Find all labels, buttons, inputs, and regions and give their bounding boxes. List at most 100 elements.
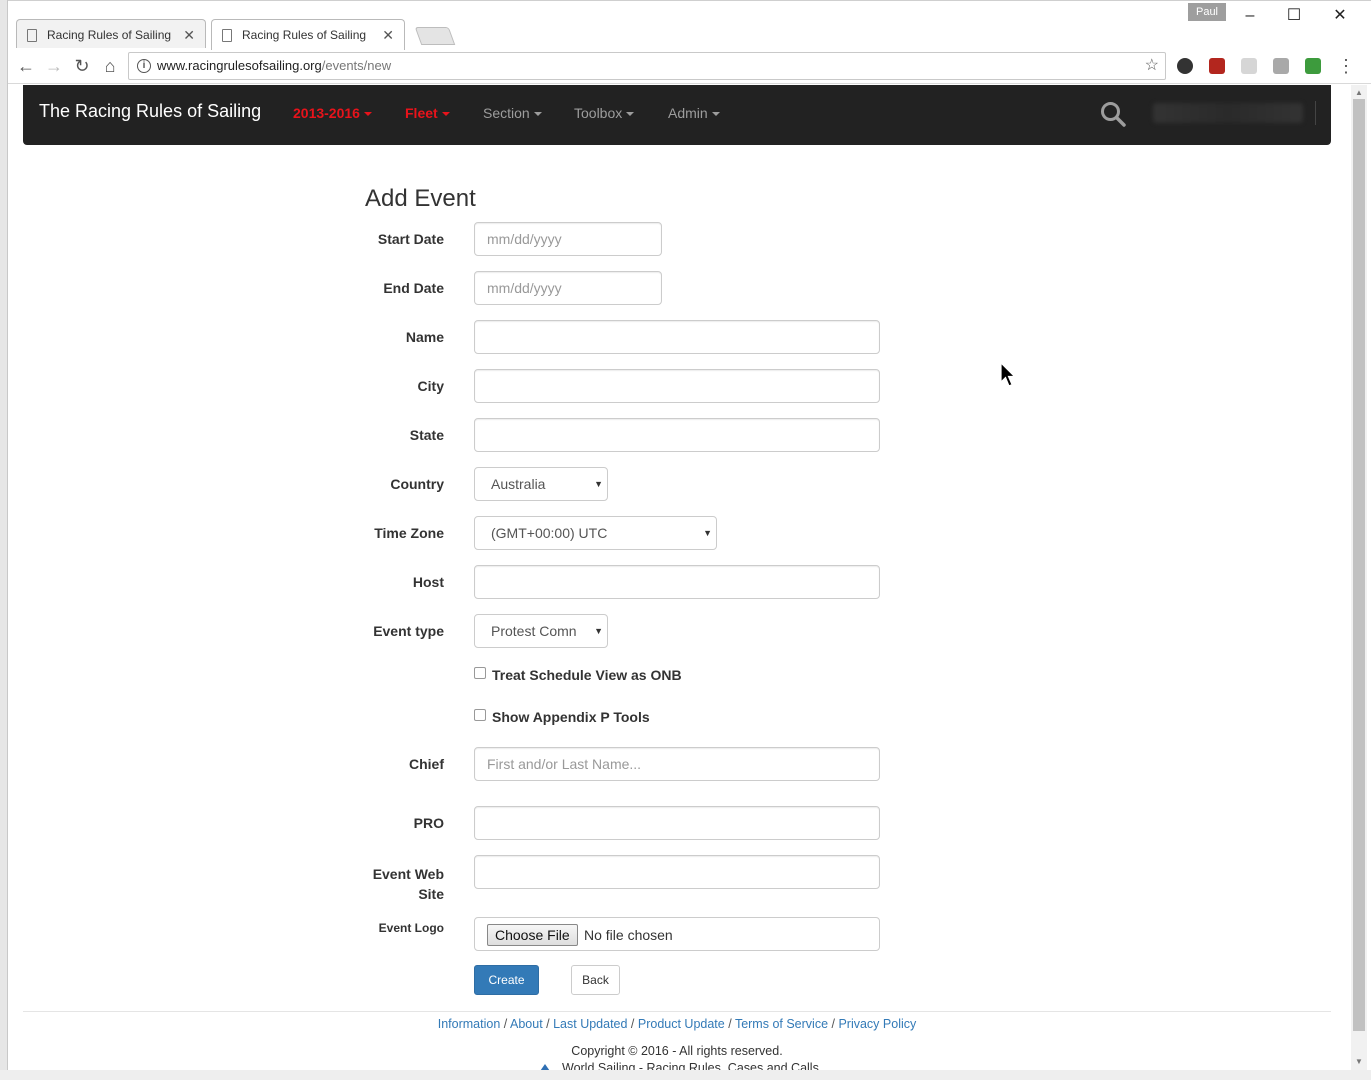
profile-badge[interactable]: Paul <box>1188 3 1226 21</box>
address-bar[interactable]: i www.racingrulesofsailing.org/events/ne… <box>128 52 1166 80</box>
browser-tab-2[interactable]: Racing Rules of Sailing ✕ <box>211 19 405 50</box>
mouse-cursor-icon <box>1000 362 1016 387</box>
extension-circle-icon[interactable] <box>1177 58 1193 74</box>
create-event-button[interactable]: Create Event <box>474 965 539 1015</box>
search-icon[interactable] <box>1100 101 1126 127</box>
maximize-icon[interactable]: ☐ <box>1274 5 1314 27</box>
background-window-edge <box>0 0 8 1080</box>
treat-schedule-label[interactable]: Treat Schedule View as ONB <box>492 667 682 683</box>
back-button[interactable]: Back <box>571 965 620 995</box>
event-type-label: Event type <box>373 623 444 639</box>
close-icon[interactable]: ✕ <box>382 27 394 44</box>
menu-2013-2016[interactable]: 2013-2016 <box>293 105 372 121</box>
footer-link-terms[interactable]: Terms of Service <box>735 1017 828 1031</box>
dropdown-arrow-icon: ▼ <box>703 528 712 538</box>
choose-file-button[interactable]: Choose File <box>487 924 578 946</box>
scroll-thumb[interactable] <box>1353 99 1365 1031</box>
footer-divider <box>23 1011 1331 1012</box>
dropdown-arrow-icon: ▼ <box>592 615 603 647</box>
treat-schedule-checkbox[interactable] <box>474 667 486 679</box>
chief-placeholder: First and/or Last Name... <box>487 756 642 772</box>
bookmark-star-icon[interactable]: ☆ <box>1145 53 1159 79</box>
footer-link-about[interactable]: About <box>510 1017 543 1031</box>
extension-gray-icon[interactable] <box>1273 58 1289 74</box>
caret-down-icon <box>626 112 635 117</box>
close-window-icon[interactable]: ✕ <box>1320 5 1360 27</box>
city-input[interactable] <box>474 369 880 403</box>
footer-links: Information / About / Last Updated / Pro… <box>437 1017 917 1031</box>
info-icon[interactable]: i <box>137 59 151 73</box>
menu-toolbox[interactable]: Toolbox <box>574 105 635 121</box>
browser-toolbar: ← → ↻ ⌂ i www.racingrulesofsailing.org/e… <box>8 48 1371 84</box>
footer-link-last-updated[interactable]: Last Updated <box>553 1017 627 1031</box>
copyright-text: Copyright © 2016 - All rights reserved. <box>571 1044 783 1058</box>
chief-input[interactable]: First and/or Last Name... <box>474 747 880 781</box>
acrobat-icon[interactable] <box>1209 58 1225 74</box>
host-input[interactable] <box>474 565 880 599</box>
event-type-selected: Protest Comn <box>491 623 577 639</box>
chief-label: Chief <box>409 756 444 772</box>
new-tab-button[interactable] <box>414 27 456 45</box>
world-sailing-text: World Sailing - Racing Rules, Cases and … <box>562 1061 819 1070</box>
menu-fleet[interactable]: Fleet <box>405 105 450 121</box>
user-menu-blurred[interactable] <box>1153 103 1303 123</box>
menu-dots-icon[interactable]: ⋮ <box>1334 54 1358 78</box>
host-label: Host <box>412 574 444 590</box>
end-date-placeholder: mm/dd/yyyy <box>487 280 562 296</box>
scroll-down-icon[interactable]: ▼ <box>1355 1057 1363 1066</box>
page-scrollbar[interactable]: ▲ ▼ <box>1351 85 1367 1070</box>
pro-input[interactable] <box>474 806 880 840</box>
footer-link-information[interactable]: Information <box>438 1017 501 1031</box>
web-site-input[interactable] <box>474 855 880 889</box>
menu-label: Toolbox <box>574 105 623 121</box>
footer-link-privacy[interactable]: Privacy Policy <box>838 1017 916 1031</box>
home-icon[interactable]: ⌂ <box>98 54 122 78</box>
cors-extension-icon[interactable] <box>1305 58 1321 74</box>
end-date-label: End Date <box>383 280 444 296</box>
scroll-up-icon[interactable]: ▲ <box>1355 88 1363 97</box>
url-path: /events/new <box>321 58 392 73</box>
end-date-input[interactable]: mm/dd/yyyy <box>474 271 662 305</box>
name-input[interactable] <box>474 320 880 354</box>
minimize-icon[interactable]: – <box>1230 5 1270 27</box>
menu-label: Section <box>483 105 530 121</box>
background-window-bottom <box>0 1070 1371 1080</box>
start-date-input[interactable]: mm/dd/yyyy <box>474 222 662 256</box>
time-zone-label: Time Zone <box>374 525 444 541</box>
appendix-p-checkbox[interactable] <box>474 709 486 721</box>
url-host: www.racingrulesofsailing.org <box>157 58 322 73</box>
event-type-select[interactable]: Protest Comn ▼ <box>474 614 608 648</box>
caret-down-icon <box>363 112 372 117</box>
name-label: Name <box>405 329 444 345</box>
reload-icon[interactable]: ↻ <box>70 54 94 78</box>
footer-link-product-update[interactable]: Product Update <box>638 1017 725 1031</box>
country-select[interactable]: Australia ▼ <box>474 467 608 501</box>
menu-admin[interactable]: Admin <box>668 105 720 121</box>
close-icon[interactable]: ✕ <box>183 27 195 44</box>
browser-tab-1[interactable]: Racing Rules of Sailing ✕ <box>16 19 206 50</box>
page-icon <box>222 28 232 42</box>
brand-link[interactable]: The Racing Rules of Sailing <box>39 101 261 122</box>
dropdown-arrow-icon: ▼ <box>594 479 603 489</box>
time-zone-select[interactable]: (GMT+00:00) UTC ▼ <box>474 516 717 550</box>
extension-g-icon[interactable] <box>1241 58 1257 74</box>
caret-down-icon <box>711 112 720 117</box>
state-label: State <box>409 427 444 443</box>
forward-arrow-icon[interactable]: → <box>42 54 66 78</box>
state-input[interactable] <box>474 418 880 452</box>
event-logo-file-input[interactable]: Choose File No file chosen <box>474 917 880 951</box>
appendix-p-label[interactable]: Show Appendix P Tools <box>492 709 650 725</box>
browser-titlebar: Racing Rules of Sailing ✕ Racing Rules o… <box>8 0 1371 50</box>
start-date-label: Start Date <box>377 231 444 247</box>
caret-down-icon <box>441 112 450 117</box>
web-site-label: Event Web Site <box>348 864 444 904</box>
file-status: No file chosen <box>584 927 673 943</box>
back-arrow-icon[interactable]: ← <box>14 54 38 78</box>
page-icon <box>27 28 37 42</box>
menu-section[interactable]: Section <box>483 105 542 121</box>
tab-title: Racing Rules of Sailing <box>242 28 367 42</box>
pro-label: PRO <box>413 815 444 831</box>
menu-label: Fleet <box>405 105 438 121</box>
site-navbar: The Racing Rules of Sailing 2013-2016 Fl… <box>23 85 1331 145</box>
web-site-label-line1: Event Web <box>372 866 444 882</box>
